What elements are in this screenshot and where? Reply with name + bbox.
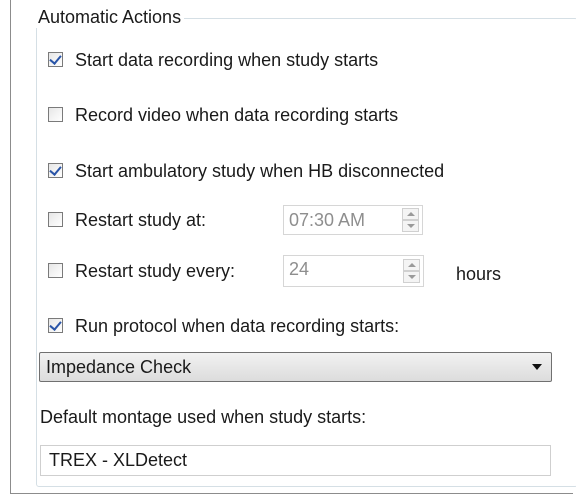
run-protocol-checkbox[interactable] (48, 318, 63, 333)
record-video-checkbox[interactable] (48, 107, 63, 122)
chevron-up-icon (408, 263, 416, 267)
restart-time-down-button[interactable] (402, 220, 419, 232)
protocol-selected: Impedance Check (46, 357, 192, 377)
dropdown-arrow-icon (532, 364, 542, 370)
restart-time-spinner[interactable]: 07:30 AM (283, 205, 423, 235)
restart-interval-down-button[interactable] (403, 271, 420, 283)
chevron-up-icon (407, 212, 415, 216)
montage-label: Default montage used when study starts: (40, 407, 367, 427)
start-recording-label[interactable]: Start data recording when study starts (75, 48, 378, 72)
restart-at-label[interactable]: Restart study at: (75, 208, 206, 232)
restart-time-value: 07:30 AM (289, 210, 366, 230)
start-ambulatory-checkbox[interactable] (48, 163, 63, 178)
restart-interval-spinner[interactable]: 24 (283, 255, 424, 287)
group-title: Automatic Actions (35, 6, 185, 28)
restart-at-checkbox[interactable] (48, 212, 63, 227)
restart-every-checkbox[interactable] (48, 263, 63, 278)
restart-interval-value: 24 (289, 259, 310, 279)
restart-interval-up-button[interactable] (403, 259, 420, 271)
chevron-down-icon (408, 275, 416, 279)
montage-field[interactable]: TREX - XLDetect (40, 445, 551, 476)
record-video-label[interactable]: Record video when data recording starts (75, 103, 398, 127)
run-protocol-label[interactable]: Run protocol when data recording starts: (75, 314, 399, 338)
start-ambulatory-label[interactable]: Start ambulatory study when HB disconnec… (75, 159, 444, 183)
protocol-dropdown[interactable]: Impedance Check (39, 352, 552, 382)
restart-time-up-button[interactable] (402, 208, 419, 220)
hours-unit-label: hours (456, 264, 502, 284)
start-recording-checkbox[interactable] (48, 52, 63, 67)
restart-every-label[interactable]: Restart study every: (75, 259, 235, 283)
chevron-down-icon (407, 224, 415, 228)
